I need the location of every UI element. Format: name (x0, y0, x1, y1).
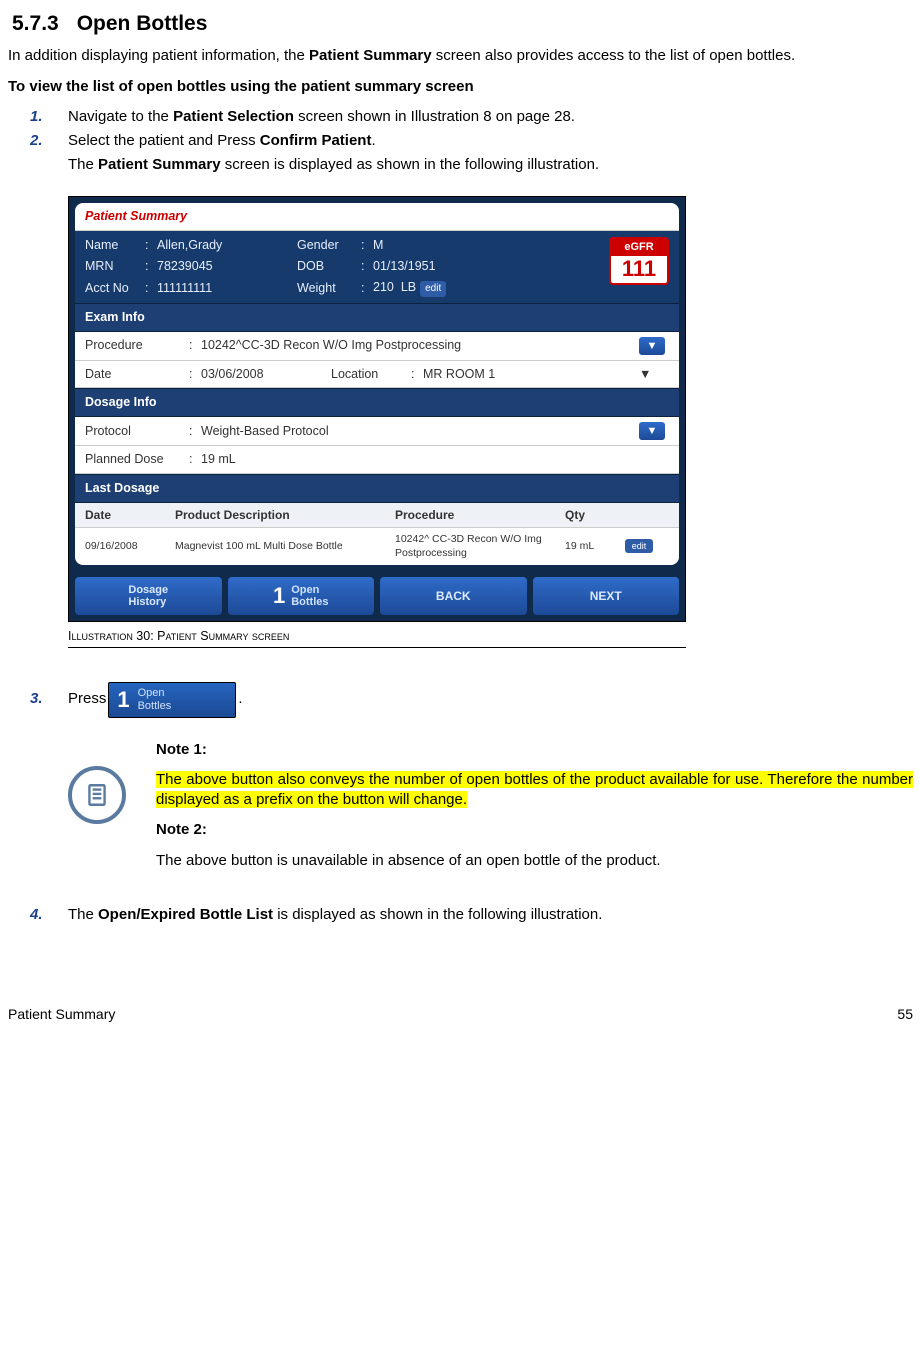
location-dropdown[interactable]: ▼ (639, 366, 669, 383)
illustration-caption: Illustration 30: Patient Summary screen (68, 628, 686, 648)
action-bar: DosageHistory 1 OpenBottles BACK NEXT (69, 571, 685, 621)
last-dosage-header: Last Dosage (75, 474, 679, 503)
page-footer: Patient Summary 55 (8, 1005, 913, 1024)
procedure-dropdown[interactable]: ▼ (639, 337, 665, 355)
planned-dose-row: Planned Dose:19 mL (75, 446, 679, 474)
exam-info-header: Exam Info (75, 303, 679, 332)
procedure-row: Procedure:10242^CC-3D Recon W/O Img Post… (75, 332, 679, 361)
open-bottles-button[interactable]: 1 OpenBottles (228, 577, 375, 615)
last-dosage-table-header: Date Product Description Procedure Qty (75, 503, 679, 528)
note-icon (68, 766, 126, 824)
step-4: 4. The Open/Expired Bottle List is displ… (8, 905, 913, 925)
note-2-text: The above button is unavailable in absen… (156, 851, 913, 871)
edit-weight-button[interactable]: edit (420, 281, 446, 297)
open-bottles-inline-button[interactable]: 1 OpenBottles (108, 682, 236, 718)
back-button[interactable]: BACK (380, 577, 527, 615)
note-2-heading: Note 2: (156, 820, 913, 840)
demographics-section: Name:Allen,Grady Gender:M MRN:78239045 D… (75, 231, 679, 302)
note-1-text: The above button also conveys the number… (156, 770, 913, 811)
step-2: 2. Select the patient and Press Confirm … (8, 131, 913, 151)
next-button[interactable]: NEXT (533, 577, 680, 615)
note-block: Note 1: The above button also conveys th… (68, 736, 913, 881)
dosage-info-header: Dosage Info (75, 388, 679, 417)
section-number: 5.7.3 (12, 12, 59, 35)
egfr-badge: eGFR 111 (609, 237, 669, 285)
protocol-dropdown[interactable]: ▼ (639, 422, 665, 440)
footer-page-number: 55 (897, 1005, 913, 1024)
step-3: 3. Press 1 OpenBottles . (8, 682, 913, 718)
exam-date-row: Date:03/06/2008 Location:MR ROOM 1 ▼ (75, 361, 679, 389)
step-1: 1. Navigate to the Patient Selection scr… (8, 107, 913, 127)
protocol-row: Protocol:Weight-Based Protocol ▼ (75, 417, 679, 446)
last-dosage-table-row: 09/16/2008 Magnevist 100 mL Multi Dose B… (75, 528, 679, 564)
intro-paragraph: In addition displaying patient informati… (8, 46, 913, 66)
note-1-heading: Note 1: (156, 740, 913, 760)
section-title: Open Bottles (77, 12, 208, 35)
footer-left: Patient Summary (8, 1005, 115, 1024)
card-title: Patient Summary (75, 203, 679, 232)
edit-dosage-button[interactable]: edit (625, 539, 653, 553)
step-2-result: The Patient Summary screen is displayed … (68, 155, 913, 175)
section-heading: 5.7.3 Open Bottles (12, 10, 913, 38)
patient-summary-screenshot: Patient Summary Name:Allen,Grady Gender:… (68, 196, 686, 622)
dosage-history-button[interactable]: DosageHistory (75, 577, 222, 615)
procedure-heading: To view the list of open bottles using t… (8, 77, 913, 97)
